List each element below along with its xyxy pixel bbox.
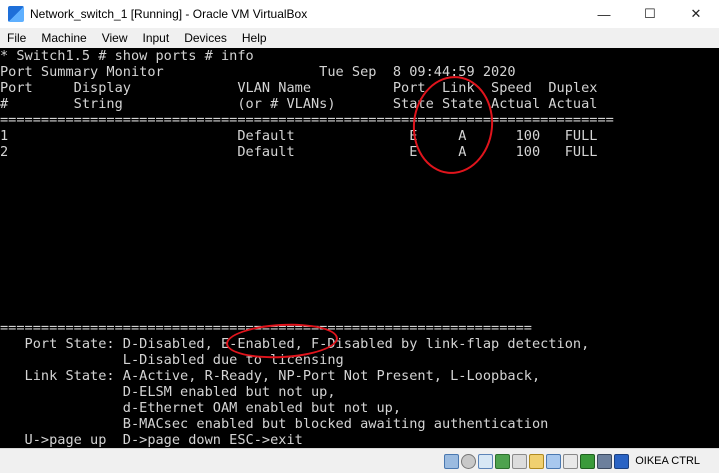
console-column-header-1: Port Display VLAN Name Port Link Speed D… [0, 80, 598, 96]
arrow-icon[interactable] [614, 453, 630, 469]
console-port-row: 1 Default E A 100 FULL [0, 128, 598, 144]
window-title: Network_switch_1 [Running] - Oracle VM V… [30, 7, 308, 21]
menu-file[interactable]: File [0, 31, 34, 45]
console-legend-line: L-Disabled due to licensing [0, 352, 344, 368]
recording-icon[interactable] [563, 453, 579, 469]
console-command-line: * Switch1.5 # show ports # info [0, 48, 254, 64]
console-legend-line: B-MACsec enabled but blocked awaiting au… [0, 416, 549, 432]
usb-icon[interactable] [512, 453, 528, 469]
optical-disk-icon[interactable] [461, 453, 477, 469]
maximize-button[interactable]: ☐ [627, 0, 673, 28]
virtualbox-logo-icon [8, 6, 24, 22]
menu-input[interactable]: Input [136, 31, 178, 45]
console-port-row: 2 Default E A 100 FULL [0, 144, 598, 160]
console-legend-line: d-Ethernet OAM enabled but not up, [0, 400, 402, 416]
display-icon[interactable] [546, 453, 562, 469]
console-separator: ========================================… [0, 112, 614, 128]
status-bar: OIKEA CTRL [0, 448, 719, 473]
console-separator: ========================================… [0, 320, 532, 336]
audio-icon[interactable] [478, 453, 494, 469]
console-legend-line: Port State: D-Disabled, E-Enabled, F-Dis… [0, 336, 590, 352]
console-column-header-2: # String (or # VLANs) State State Actual… [0, 96, 598, 112]
mouse-integration-icon[interactable] [580, 453, 596, 469]
console-legend-line: Link State: A-Active, R-Ready, NP-Port N… [0, 368, 541, 384]
host-key-label: OIKEA CTRL [635, 455, 700, 467]
title-bar: Network_switch_1 [Running] - Oracle VM V… [0, 0, 719, 28]
minimize-button[interactable]: — [581, 0, 627, 28]
vm-console-screen[interactable]: * Switch1.5 # show ports # info Port Sum… [0, 48, 719, 448]
console-legend-line: D-ELSM enabled but not up, [0, 384, 336, 400]
console-header-line: Port Summary Monitor Tue Sep 8 09:44:59 … [0, 64, 516, 80]
network-icon[interactable] [495, 453, 511, 469]
menu-bar: File Machine View Input Devices Help [0, 28, 719, 49]
shared-folder-icon[interactable] [529, 453, 545, 469]
close-button[interactable]: ✕ [673, 0, 719, 28]
menu-machine[interactable]: Machine [34, 31, 94, 45]
cpu-icon[interactable] [597, 453, 613, 469]
hdd-icon[interactable] [444, 453, 460, 469]
menu-help[interactable]: Help [235, 31, 275, 45]
menu-devices[interactable]: Devices [177, 31, 235, 45]
console-paging-hint: U->page up D->page down ESC->exit [0, 432, 303, 448]
menu-view[interactable]: View [95, 31, 136, 45]
